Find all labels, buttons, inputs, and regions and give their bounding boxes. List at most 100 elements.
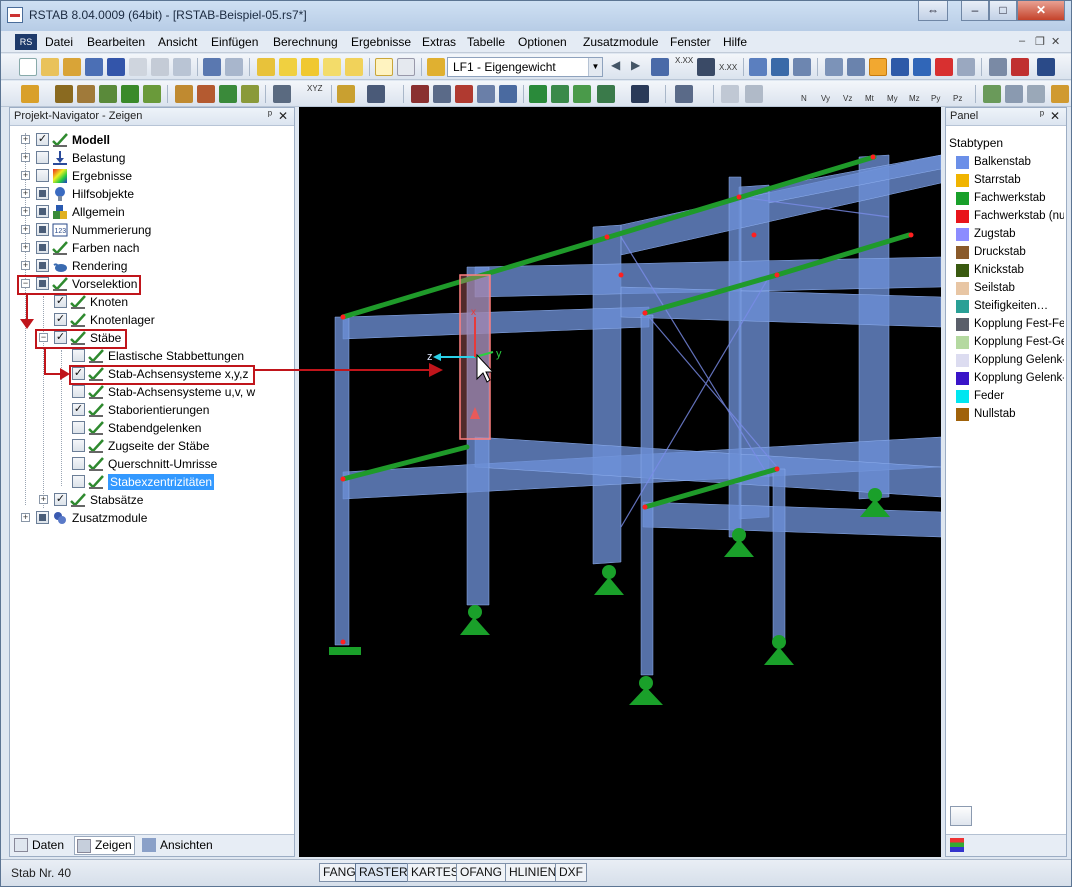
menu-einfuegen[interactable]: Einfügen — [211, 35, 258, 49]
calculate-icon[interactable] — [279, 58, 297, 76]
save-icon[interactable] — [107, 58, 125, 76]
dxf-button[interactable]: DXF — [555, 863, 587, 882]
rstab-logo-icon[interactable]: RS — [15, 34, 37, 50]
model-3d-graphic[interactable]: z y x — [299, 107, 941, 857]
close-icon[interactable]: ✕ — [278, 109, 288, 123]
result-filter-icon[interactable] — [1027, 85, 1045, 103]
result-label-mt[interactable]: Mt — [865, 94, 874, 103]
loadcase-type-icon[interactable] — [427, 58, 445, 76]
zusatzmodule-checkbox[interactable] — [36, 511, 49, 524]
expand-icon[interactable]: + — [21, 513, 30, 522]
undo-icon[interactable] — [203, 58, 221, 76]
result-label-pz[interactable]: Pz — [953, 94, 962, 103]
tree-item-stab-achsensysteme-uvw[interactable]: Stab-Achsensysteme u,v, w — [10, 383, 290, 401]
calculate-all-icon[interactable] — [301, 58, 319, 76]
render-mode-icon[interactable] — [631, 85, 649, 103]
maximize-button[interactable]: □ — [989, 1, 1017, 21]
model-viewport[interactable]: z y x — [299, 107, 941, 857]
save-project-icon[interactable] — [85, 58, 103, 76]
stab-achsensysteme-uvw-checkbox[interactable] — [72, 385, 85, 398]
expand-icon[interactable]: + — [21, 243, 30, 252]
expand-icon[interactable]: + — [21, 171, 30, 180]
view-x-icon[interactable] — [529, 85, 547, 103]
print-graphic-icon[interactable] — [129, 58, 147, 76]
tree-item-zugseite[interactable]: Zugseite der Stäbe — [10, 437, 290, 455]
expand-icon[interactable]: + — [21, 261, 30, 270]
knoten-checkbox[interactable]: ✓ — [54, 295, 67, 308]
result-table-icon[interactable] — [1005, 85, 1023, 103]
tab-ansichten[interactable]: Ansichten — [142, 838, 213, 852]
modell-checkbox[interactable]: ✓ — [36, 133, 49, 146]
open-file-icon[interactable] — [41, 58, 59, 76]
tree-item-hilfsobjekte[interactable]: + Hilfsobjekte — [10, 185, 290, 203]
menu-hilfe[interactable]: Hilfe — [723, 35, 747, 49]
window-select-icon[interactable] — [847, 58, 865, 76]
measure-icon[interactable] — [989, 58, 1007, 76]
menu-fenster[interactable]: Fenster — [670, 35, 711, 49]
navigator-toggle-icon[interactable] — [375, 58, 393, 76]
visibility-icon[interactable] — [367, 85, 385, 103]
elastische-stabbettungen-checkbox[interactable] — [72, 349, 85, 362]
expand-icon[interactable]: + — [21, 207, 30, 216]
new-hinge-icon[interactable] — [99, 85, 117, 103]
result-label-vy[interactable]: Vy — [821, 94, 830, 103]
next-loadcase-icon[interactable]: ▶ — [631, 58, 649, 76]
tree-item-farben-nach[interactable]: + Farben nach — [10, 239, 290, 257]
imposed-deformation-icon[interactable] — [219, 85, 237, 103]
grid-select-icon[interactable] — [825, 58, 843, 76]
layers-icon[interactable] — [499, 85, 517, 103]
imperfection-icon[interactable] — [241, 85, 259, 103]
rotate-icon[interactable] — [913, 58, 931, 76]
support-reactions-icon[interactable] — [983, 85, 1001, 103]
new-member-icon[interactable] — [55, 85, 73, 103]
tree-item-modell[interactable]: + ✓ Modell — [10, 131, 290, 149]
generate-loads-icon[interactable] — [257, 58, 275, 76]
pin-icon[interactable]: ᵖ — [1040, 109, 1044, 121]
results-display-icon[interactable] — [651, 58, 669, 76]
close-button[interactable]: ✕ — [1017, 1, 1065, 21]
mdi-restore-icon[interactable]: ❐ — [1035, 35, 1045, 48]
frame-view-icon[interactable] — [957, 58, 975, 76]
chevron-down-icon[interactable]: ▼ — [588, 58, 602, 76]
zugseite-checkbox[interactable] — [72, 439, 85, 452]
result-diagram-icon[interactable] — [721, 85, 739, 103]
show-values-icon[interactable] — [697, 58, 715, 76]
redo-icon[interactable] — [225, 58, 243, 76]
menu-tabelle[interactable]: Tabelle — [467, 35, 505, 49]
snap-icon[interactable] — [1011, 58, 1029, 76]
load-case-icon[interactable] — [345, 58, 363, 76]
result-label-mz[interactable]: Mz — [909, 94, 920, 103]
tree-item-knoten[interactable]: ✓ Knoten — [10, 293, 290, 311]
expand-icon[interactable]: + — [21, 225, 30, 234]
tree-item-allgemein[interactable]: + Allgemein — [10, 203, 290, 221]
deformation-icon[interactable] — [749, 58, 767, 76]
minimize-button[interactable]: – — [961, 1, 989, 21]
result-label-py[interactable]: Py — [931, 94, 940, 103]
tree-item-nummerierung[interactable]: + 123 Nummerierung — [10, 221, 290, 239]
tree-item-zusatzmodule[interactable]: + Zusatzmodule — [10, 509, 290, 527]
tree-item-staborientierungen[interactable]: ✓ Staborientierungen — [10, 401, 290, 419]
tree-item-stabexzentrizitaeten[interactable]: Stabexzentrizitäten — [10, 473, 290, 491]
belastung-checkbox[interactable] — [36, 151, 49, 164]
tree-item-knotenlager[interactable]: ✓ Knotenlager — [10, 311, 290, 329]
loadcase-select[interactable]: LF1 - Eigengewicht ▼ — [447, 57, 603, 77]
menu-extras[interactable]: Extras — [422, 35, 456, 49]
clipping-icon[interactable] — [433, 85, 451, 103]
close-icon[interactable]: ✕ — [1050, 109, 1060, 123]
print-preview-icon[interactable] — [173, 58, 191, 76]
farben-nach-checkbox[interactable] — [36, 241, 49, 254]
new-support-icon[interactable] — [77, 85, 95, 103]
menu-zusatzmodule[interactable]: Zusatzmodule — [583, 35, 658, 49]
restore-down-button[interactable]: ⇔ — [918, 1, 948, 21]
tab-daten[interactable]: Daten — [14, 838, 64, 852]
fang-button[interactable]: FANG — [319, 863, 360, 882]
expand-icon[interactable]: + — [21, 135, 30, 144]
zoom-window-icon[interactable] — [455, 85, 473, 103]
pin-icon[interactable]: ᵖ — [268, 109, 272, 121]
ofang-button[interactable]: OFANG — [456, 863, 507, 882]
result-label-vz[interactable]: Vz — [843, 94, 852, 103]
rstab-app-icon[interactable] — [7, 7, 23, 23]
menu-berechnung[interactable]: Berechnung — [273, 35, 338, 49]
color-scale-icon[interactable] — [950, 838, 964, 852]
display-options-icon[interactable] — [675, 85, 693, 103]
